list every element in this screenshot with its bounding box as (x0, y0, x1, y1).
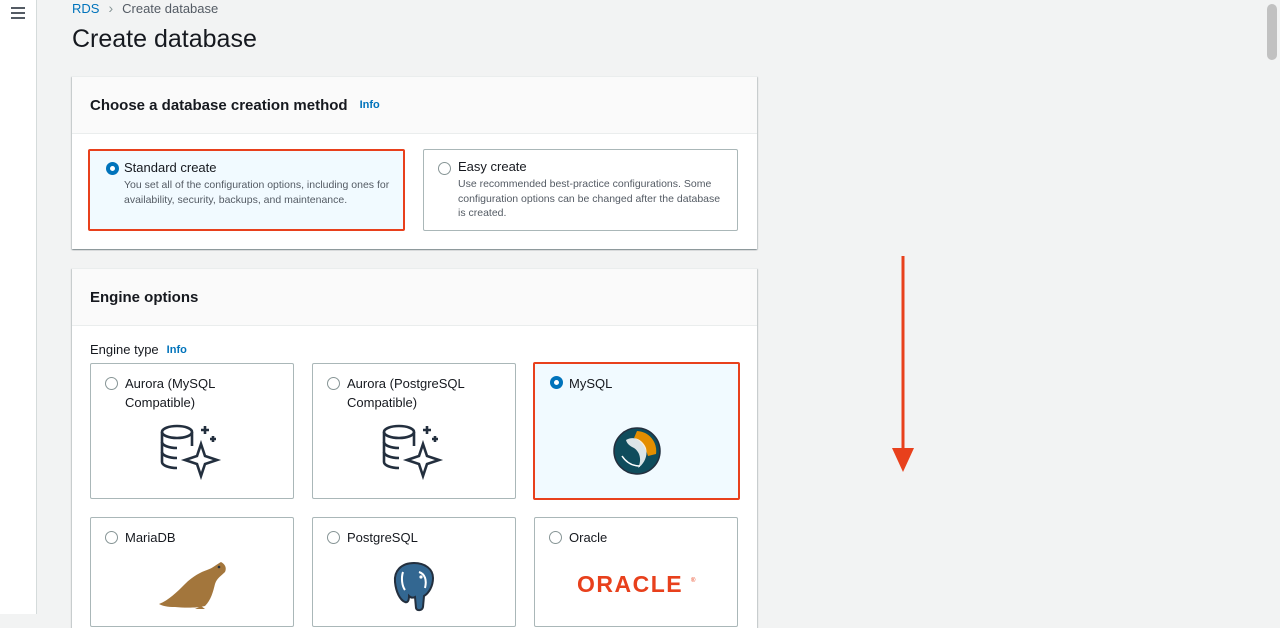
oracle-wordmark-text: ORACLE (577, 571, 683, 597)
radio-button-checked[interactable] (550, 376, 563, 389)
radio-button[interactable] (549, 531, 562, 544)
engine-name: Aurora (PostgreSQL Compatible) (347, 376, 465, 410)
engine-name: MariaDB (125, 530, 176, 545)
panel-title: Engine options (90, 288, 199, 306)
radio-button[interactable] (438, 162, 451, 175)
engine-type-label: Engine type Info (90, 342, 187, 357)
chevron-right-icon: › (108, 0, 114, 16)
engine-type-text: Engine type (90, 342, 159, 357)
radio-button[interactable] (105, 377, 118, 390)
option-title: Standard create (124, 160, 217, 175)
engine-option-aurora-mysql[interactable]: Aurora (MySQL Compatible) (90, 363, 294, 499)
mysql-dolphin-logo (613, 427, 661, 475)
engine-name: Oracle (569, 530, 608, 545)
standard-create-option[interactable]: Standard create You set all of the confi… (88, 149, 405, 231)
engine-name: Aurora (MySQL Compatible) (125, 376, 215, 410)
option-description: Use recommended best-practice configurat… (458, 178, 721, 219)
menu-icon[interactable] (11, 7, 25, 19)
radio-button-checked[interactable] (106, 162, 119, 175)
engine-option-postgresql[interactable]: PostgreSQL (312, 517, 516, 627)
engine-option-mariadb[interactable]: MariaDB (90, 517, 294, 627)
side-navigation-rail (0, 0, 37, 614)
radio-button[interactable] (105, 531, 118, 544)
engine-name: MySQL (569, 376, 613, 391)
breadcrumb: RDS › Create database (72, 0, 218, 16)
breadcrumb-rds-link[interactable]: RDS (72, 1, 99, 16)
option-description: You set all of the configuration options… (124, 179, 390, 206)
engine-option-aurora-postgresql[interactable]: Aurora (PostgreSQL Compatible) (312, 363, 516, 499)
panel-header: Choose a database creation method Info (72, 77, 757, 134)
engine-options-panel: Engine options Engine type Info Aurora (… (72, 268, 757, 628)
oracle-wordmark-logo: ORACLE ® (577, 571, 696, 597)
engine-option-mysql[interactable]: MySQL (533, 362, 740, 500)
breadcrumb-current: Create database (122, 0, 219, 16)
info-link[interactable]: Info (360, 99, 380, 111)
info-link[interactable]: Info (167, 344, 187, 356)
scrollbar[interactable] (1264, 0, 1280, 614)
scrollbar-thumb[interactable] (1267, 4, 1277, 60)
red-down-arrow-icon (892, 256, 914, 472)
postgresql-elephant-logo (393, 561, 435, 612)
panel-title: Choose a database creation method (90, 96, 348, 114)
mariadb-seal-logo (159, 562, 226, 609)
engine-option-oracle[interactable]: Oracle ORACLE ® (534, 517, 738, 627)
easy-create-option[interactable]: Easy create Use recommended best-practic… (423, 149, 738, 231)
engine-name: PostgreSQL (347, 530, 418, 545)
radio-button[interactable] (327, 531, 340, 544)
aurora-db-icon (160, 424, 222, 481)
svg-text:®: ® (691, 577, 696, 584)
page-title: Create database (72, 25, 257, 53)
creation-method-panel: Choose a database creation method Info S… (72, 76, 757, 249)
panel-header: Engine options (72, 269, 757, 326)
aurora-db-icon (382, 424, 444, 481)
radio-button[interactable] (327, 377, 340, 390)
option-title: Easy create (458, 159, 527, 174)
